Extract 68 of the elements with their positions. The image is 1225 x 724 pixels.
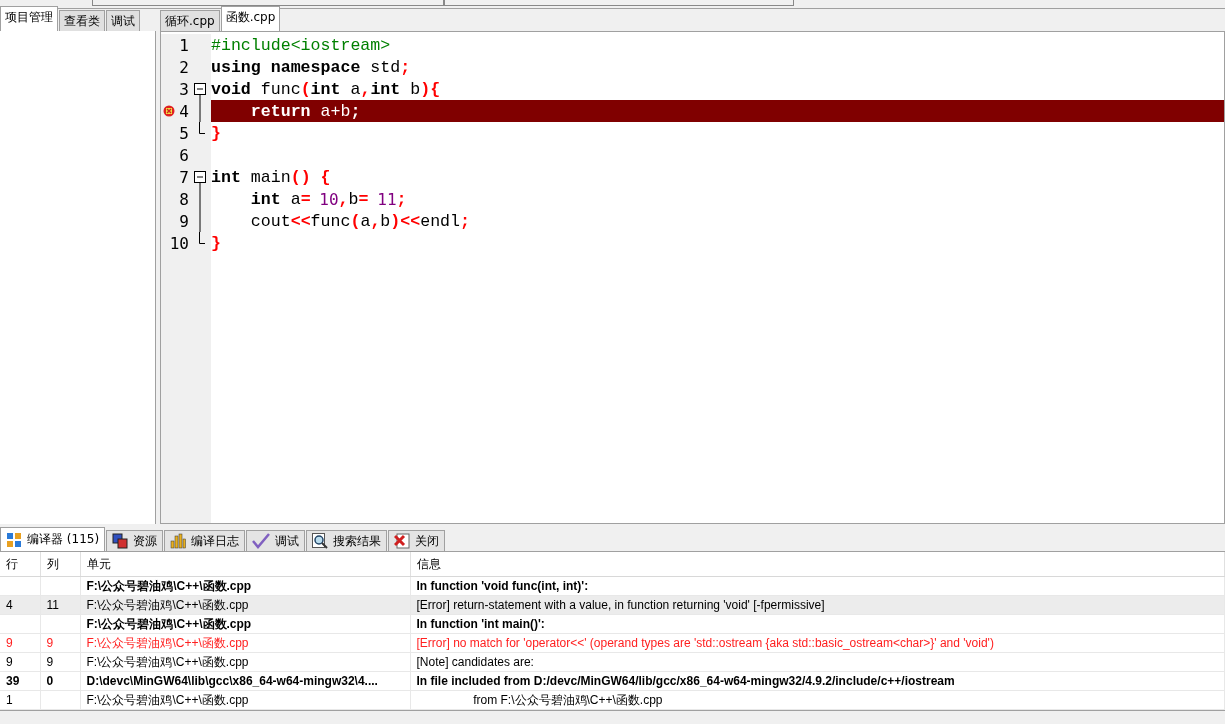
table-cell	[40, 690, 80, 710]
column-header[interactable]: 列	[40, 552, 80, 577]
message-row[interactable]: F:\公众号碧油鸡\C++\函数.cpp In function 'void func(int, int)':	[0, 576, 1225, 596]
check-icon	[252, 533, 271, 549]
code-line: int main() {	[211, 166, 332, 188]
message-row[interactable]: 4 11 F:\公众号碧油鸡\C++\函数.cpp [Error] return-statement with a value, in function returning 'void' [-fpermissive]	[0, 595, 1225, 615]
table-cell: [Note] candidates are:	[410, 652, 1225, 672]
panel-tab[interactable]: 项目管理	[0, 6, 58, 31]
table-cell: [Error] no match for 'operator<<' (operand types are 'std::ostream {aka std::basic_ostream<char>}' and 'void')	[410, 633, 1225, 653]
output-tab[interactable]: 关闭	[388, 530, 446, 551]
table-cell: D:\devc\MinGW64\lib\gcc\x86_64-w64-mingw32\4....	[80, 671, 410, 691]
stacked-squares-icon	[112, 533, 129, 549]
table-cell: 9	[40, 652, 80, 672]
line-number: 6	[178, 145, 189, 165]
message-row[interactable]: 39 0 D:\devc\MinGW64\lib\gcc\x86_64-w64-mingw32\4.... In file included from D:/devc/MinGW64/lib/gcc/x86_64-w64-mingw32/4.9.2/include/c++/iostream	[0, 671, 1225, 691]
output-tab[interactable]: 调试	[246, 530, 306, 551]
column-header[interactable]: 单元	[80, 552, 410, 577]
panel-tab[interactable]: 查看类	[59, 10, 105, 31]
table-cell: F:\公众号碧油鸡\C++\函数.cpp	[80, 614, 410, 634]
line-number: 2	[178, 57, 189, 77]
table-cell: from F:\公众号碧油鸡\C++\函数.cpp	[410, 690, 1225, 710]
panel-tab[interactable]: 调试	[106, 10, 140, 31]
code-line: void func(int a,int b){	[211, 78, 442, 100]
line-number: 1	[178, 35, 189, 55]
table-cell: F:\公众号碧油鸡\C++\函数.cpp	[80, 652, 410, 672]
code-line: }	[211, 122, 222, 144]
message-row[interactable]: 9 9 F:\公众号碧油鸡\C++\函数.cpp [Note] candidates are:	[0, 652, 1225, 672]
column-header[interactable]: 行	[0, 552, 40, 577]
code-line: }	[211, 232, 222, 254]
message-row[interactable]: 9 9 F:\公众号碧油鸡\C++\函数.cpp [Error] no match for 'operator<<' (operand types are 'std::ostream {aka std::basic_ostream<char>}' and 'void')	[0, 633, 1225, 653]
output-tab[interactable]: 编译日志	[164, 530, 246, 551]
table-cell: In function 'int main()':	[410, 614, 1225, 634]
table-cell: F:\公众号碧油鸡\C++\函数.cpp	[80, 633, 410, 653]
table-cell: 39	[0, 671, 40, 691]
table-cell	[40, 576, 80, 596]
table-cell: 9	[0, 633, 40, 653]
code-line: using namespace std;	[211, 56, 412, 78]
output-tab[interactable]: 资源	[106, 530, 164, 551]
line-number: 5	[178, 123, 189, 143]
table-cell: 0	[40, 671, 80, 691]
column-header[interactable]: 信息	[410, 552, 1225, 577]
line-number: 8	[178, 189, 189, 209]
output-tab[interactable]: 编译器 (115)	[0, 527, 106, 551]
file-tab[interactable]: 循环.cpp	[160, 10, 220, 31]
table-cell: F:\公众号碧油鸡\C++\函数.cpp	[80, 690, 410, 710]
message-row[interactable]: F:\公众号碧油鸡\C++\函数.cpp In function 'int main()':	[0, 614, 1225, 634]
search-icon	[312, 533, 329, 549]
line-number: 7	[178, 167, 189, 187]
output-tab[interactable]: 搜索结果	[306, 530, 388, 551]
file-tab[interactable]: 函数.cpp	[220, 6, 281, 31]
bar-chart-icon	[170, 533, 187, 549]
code-line: cout<<func(a,b)<<endl;	[249, 210, 471, 232]
code-line: int a= 10,b= 11;	[249, 188, 408, 210]
line-number: 10	[168, 233, 189, 253]
table-cell: 1	[0, 690, 40, 710]
table-cell: 9	[40, 633, 80, 653]
table-cell: In file included from D:/devc/MinGW64/lib/gcc/x86_64-w64-mingw32/4.9.2/include/c++/iostream	[410, 671, 1225, 691]
table-cell: 9	[0, 652, 40, 672]
message-row[interactable]: 1 F:\公众号碧油鸡\C++\函数.cpp from F:\公众号碧油鸡\C++\函数.cpp	[0, 690, 1225, 710]
code-line: #include<iostream>	[211, 34, 392, 56]
line-number: 9	[178, 211, 189, 231]
table-cell: F:\公众号碧油鸡\C++\函数.cpp	[80, 576, 410, 596]
table-cell: In function 'void func(int, int)':	[410, 576, 1225, 596]
close-icon	[394, 533, 411, 549]
line-number: 4	[178, 101, 189, 121]
table-cell	[0, 576, 40, 596]
grid-icon	[6, 531, 22, 548]
line-number: 3	[178, 79, 189, 99]
